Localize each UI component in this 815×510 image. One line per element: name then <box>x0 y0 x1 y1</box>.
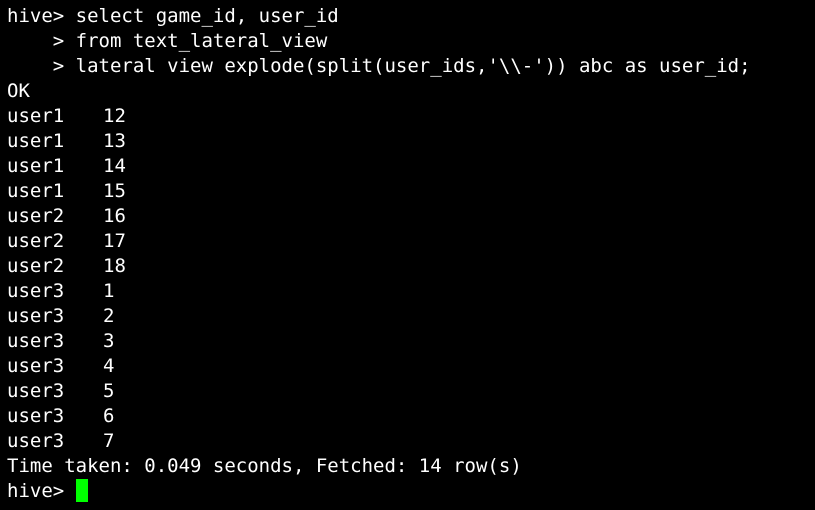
result-row: user1 14 <box>7 154 126 179</box>
result-row: user2 17 <box>7 229 126 254</box>
status-line: OK <box>7 80 30 102</box>
result-row: user3 1 <box>7 279 114 304</box>
result-user: user3 <box>7 355 65 377</box>
result-id: 7 <box>103 430 115 452</box>
command-line-3: > lateral view explode(split(user_ids,'\… <box>7 54 751 79</box>
result-id: 3 <box>103 330 115 352</box>
result-row: user3 6 <box>7 404 114 429</box>
command-line-2: > from text_lateral_view <box>7 29 328 54</box>
result-user: user3 <box>7 280 65 302</box>
result-user: user2 <box>7 230 65 252</box>
result-id: 2 <box>103 305 115 327</box>
command-text: from text_lateral_view <box>75 30 328 52</box>
prompt: hive> <box>7 480 76 502</box>
result-user: user2 <box>7 255 65 277</box>
result-user: user2 <box>7 205 65 227</box>
result-row: user2 18 <box>7 254 126 279</box>
result-id: 17 <box>103 230 126 252</box>
result-id: 5 <box>103 380 115 402</box>
result-user: user1 <box>7 155 65 177</box>
command-text: select game_id, user_id <box>75 5 339 27</box>
result-row: user3 3 <box>7 329 114 354</box>
summary-line: Time taken: 0.049 seconds, Fetched: 14 r… <box>7 455 522 477</box>
result-user: user3 <box>7 380 65 402</box>
result-user: user3 <box>7 330 65 352</box>
result-row: user3 5 <box>7 379 114 404</box>
result-row: user3 7 <box>7 429 114 454</box>
result-id: 4 <box>103 355 115 377</box>
result-id: 6 <box>103 405 115 427</box>
result-id: 12 <box>103 105 126 127</box>
command-line-1: hive> select game_id, user_id <box>7 4 339 29</box>
result-user: user1 <box>7 130 65 152</box>
result-user: user1 <box>7 105 65 127</box>
result-row: user1 13 <box>7 129 126 154</box>
result-id: 16 <box>103 205 126 227</box>
result-row: user3 4 <box>7 354 114 379</box>
result-id: 18 <box>103 255 126 277</box>
text-cursor[interactable] <box>75 478 88 502</box>
result-row: user1 15 <box>7 179 126 204</box>
continuation-prompt: > <box>7 30 76 52</box>
result-user: user3 <box>7 430 65 452</box>
active-prompt-line[interactable]: hive> <box>7 478 88 504</box>
result-id: 1 <box>103 280 115 302</box>
result-user: user1 <box>7 180 65 202</box>
terminal-window[interactable]: hive> select game_id, user_id > from tex… <box>0 0 815 510</box>
result-user: user3 <box>7 405 65 427</box>
result-row: user1 12 <box>7 104 126 129</box>
result-id: 15 <box>103 180 126 202</box>
continuation-prompt: > <box>7 55 76 77</box>
command-text: lateral view explode(split(user_ids,'\\-… <box>75 55 751 77</box>
result-id: 14 <box>103 155 126 177</box>
result-row: user2 16 <box>7 204 126 229</box>
result-row: user3 2 <box>7 304 114 329</box>
result-id: 13 <box>103 130 126 152</box>
prompt: hive> <box>7 5 76 27</box>
result-user: user3 <box>7 305 65 327</box>
